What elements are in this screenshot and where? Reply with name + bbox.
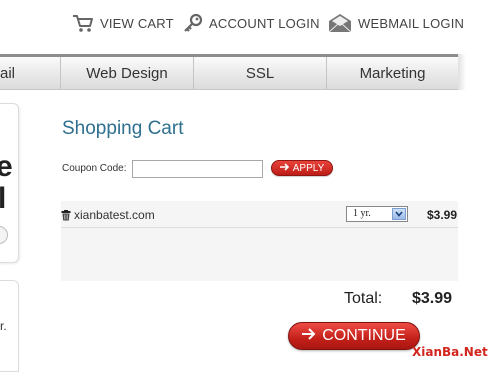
table-row: xianbatest.com 1 yr. $3.99 [61,201,458,228]
promo-text-fragment: e [0,150,13,183]
main-nav: ail Web Design SSL Marketing [0,54,458,90]
term-select[interactable]: 1 yr. [346,206,408,222]
nav-item-marketing[interactable]: Marketing [327,57,458,90]
watermark: XianBa.Net [412,345,488,359]
nav-item-label: Web Design [86,65,168,82]
term-select-value: 1 yr. [353,208,371,219]
webmail-login-label: WEBMAIL LOGIN [358,15,465,31]
nav-item-label: Marketing [359,65,426,82]
view-cart-label: VIEW CART [100,15,174,31]
promo-text-fragment: l [0,182,7,215]
trash-icon[interactable] [61,208,71,226]
account-login-label: ACCOUNT LOGIN [209,15,320,31]
arrow-right-icon [279,162,290,174]
total-label: Total: [344,290,383,307]
apply-button[interactable]: APPLY [271,160,333,176]
nav-item-ssl[interactable]: SSL [194,57,327,90]
apply-label: APPLY [292,162,325,174]
view-cart-link[interactable]: VIEW CART [72,13,174,33]
chevron-down-icon [392,208,406,220]
arrow-right-icon [302,327,316,345]
top-links: VIEW CART ACCOUNT LOGIN WEBMAIL LOGIN [0,0,499,48]
item-price: $3.99 [426,208,457,222]
account-login-link[interactable]: ACCOUNT LOGIN [183,13,320,33]
cart-table: xianbatest.com 1 yr. $3.99 [61,201,458,281]
total-value: $3.99 [412,290,453,307]
coupon-code-input[interactable] [132,160,263,178]
continue-button[interactable]: CONTINUE [288,322,420,350]
nav-item-label: ail [0,65,16,82]
cart-icon [72,13,94,33]
nav-item-web-design[interactable]: Web Design [61,57,194,90]
nav-shadow [458,54,466,90]
coupon-label: Coupon Code: [62,163,127,174]
key-icon [183,13,203,33]
continue-label: CONTINUE [322,327,406,344]
webmail-login-link[interactable]: WEBMAIL LOGIN [328,13,464,33]
envelope-icon [328,13,352,33]
promo-text-fragment: r. [0,319,7,333]
nav-item-email[interactable]: ail [0,57,61,90]
domain-name: xianbatest.com [74,208,155,222]
nav-item-label: SSL [245,65,275,82]
page-title: Shopping Cart [62,118,184,139]
